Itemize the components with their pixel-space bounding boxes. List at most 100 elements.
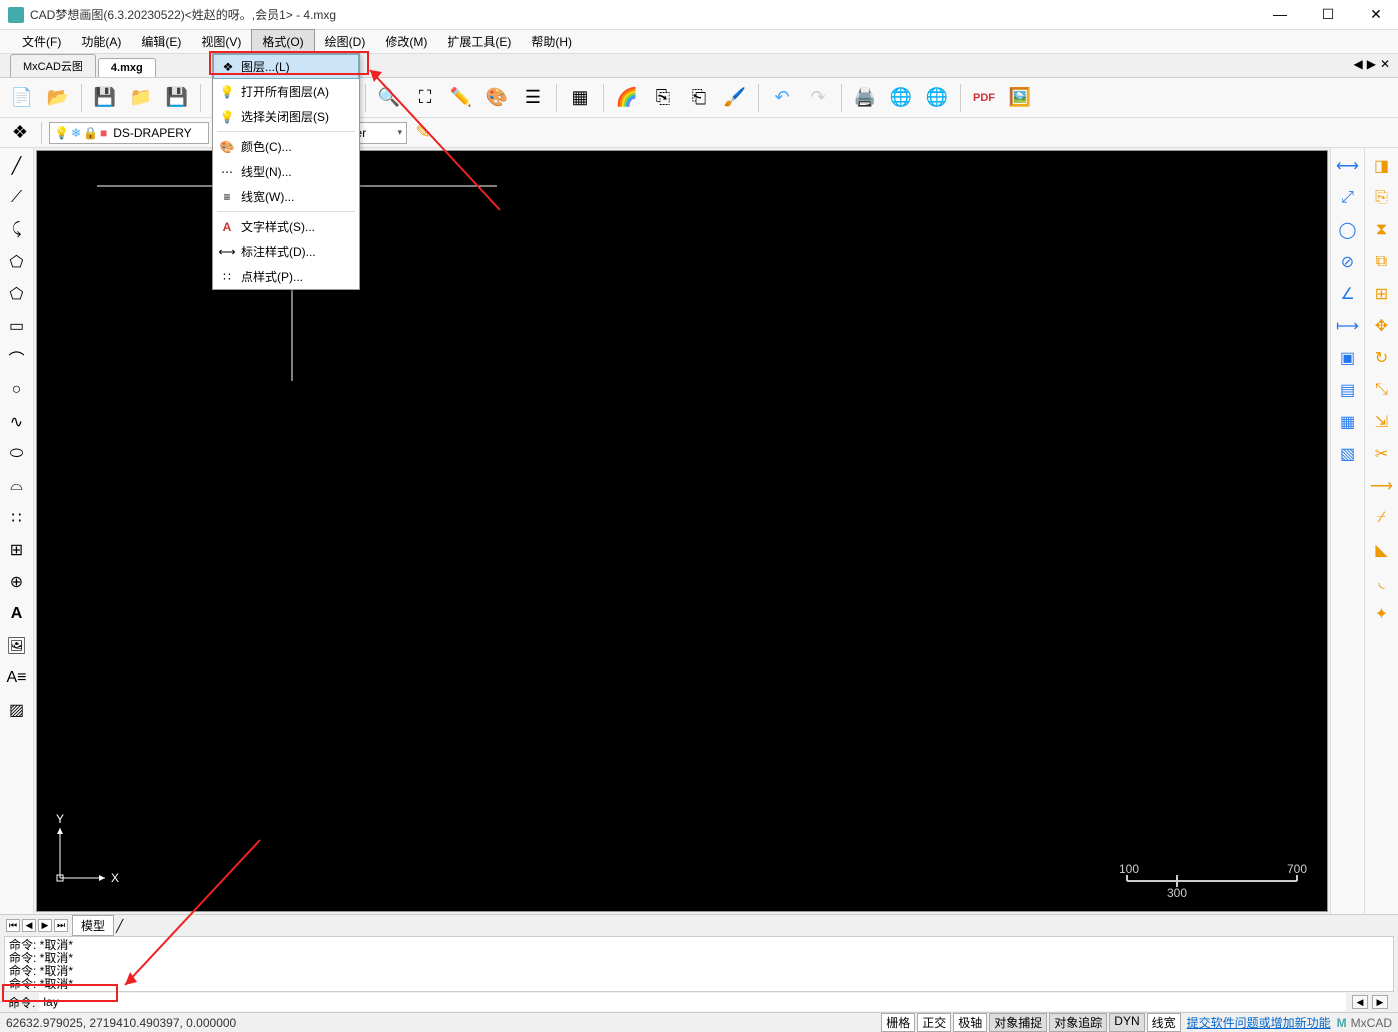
line-icon[interactable]: ╱: [3, 152, 31, 180]
eraser-icon[interactable]: ◨: [1368, 152, 1396, 180]
saveas-icon[interactable]: 💾: [161, 82, 193, 114]
toggle-otrack[interactable]: 对象追踪: [1049, 1013, 1107, 1032]
minimize-button[interactable]: —: [1266, 6, 1294, 23]
toggle-ortho[interactable]: 正交: [917, 1013, 951, 1032]
copy-icon[interactable]: ⎘: [1368, 184, 1396, 212]
highlighter-icon[interactable]: ✎: [411, 122, 435, 144]
cmd-prev[interactable]: ◀: [1352, 995, 1368, 1009]
tab-prev[interactable]: ◀: [1353, 57, 1362, 71]
toggle-osnap[interactable]: 对象捕捉: [989, 1013, 1047, 1032]
polyline-icon[interactable]: ⟋: [3, 184, 31, 212]
menu-item-color[interactable]: 🎨 颜色(C)...: [213, 134, 359, 159]
ellipse-icon[interactable]: ⬭: [3, 440, 31, 468]
circle-icon[interactable]: ○: [3, 376, 31, 404]
redo-icon[interactable]: ↷: [802, 82, 834, 114]
command-log[interactable]: 命令: *取消* 命令: *取消* 命令: *取消* 命令: *取消*: [4, 936, 1394, 992]
extend-icon[interactable]: ⟶: [1368, 472, 1396, 500]
maximize-button[interactable]: ☐: [1314, 6, 1342, 23]
image-icon[interactable]: 🖼️: [1004, 82, 1036, 114]
globe-icon[interactable]: 🌐: [921, 82, 953, 114]
rainbow-icon[interactable]: 🌈: [611, 82, 643, 114]
web-icon[interactable]: 🌐: [885, 82, 917, 114]
arc2-icon[interactable]: ⌒: [3, 344, 31, 372]
menu-item-pointstyle[interactable]: ∷ 点样式(P)...: [213, 264, 359, 289]
menu-draw[interactable]: 绘图(D): [315, 30, 376, 53]
layout-last[interactable]: ⏭: [54, 919, 68, 932]
toggle-grid[interactable]: 栅格: [881, 1013, 915, 1032]
menu-item-close-layers[interactable]: 💡 选择关闭图层(S): [213, 104, 359, 129]
tab-cloud[interactable]: MxCAD云图: [10, 54, 96, 77]
ellipse-arc-icon[interactable]: ⌓: [3, 472, 31, 500]
arc-icon[interactable]: ⤹: [3, 216, 31, 244]
offset-icon[interactable]: ⧉: [1368, 248, 1396, 276]
chamfer-icon[interactable]: ◣: [1368, 536, 1396, 564]
measure-icon[interactable]: ✏️: [445, 82, 477, 114]
layout-prev[interactable]: ◀: [22, 919, 36, 932]
import-icon[interactable]: ⎗: [683, 82, 715, 114]
dim-continue-icon[interactable]: ⟼: [1334, 312, 1362, 340]
command-input[interactable]: [39, 993, 1346, 1011]
send-back-icon[interactable]: ▧: [1334, 440, 1362, 468]
undo-icon[interactable]: ↶: [766, 82, 798, 114]
feedback-link[interactable]: 提交软件问题或增加新功能: [1187, 1014, 1331, 1031]
hatch-icon[interactable]: ▨: [3, 696, 31, 724]
move-back-icon[interactable]: ▤: [1334, 376, 1362, 404]
move-front-icon[interactable]: ▣: [1334, 344, 1362, 372]
toggle-dyn[interactable]: DYN: [1109, 1013, 1144, 1032]
layer-selector[interactable]: 💡❄🔒■ DS-DRAPERY: [49, 122, 209, 144]
menu-function[interactable]: 功能(A): [71, 30, 131, 53]
menu-item-open-all-layers[interactable]: 💡 打开所有图层(A): [213, 79, 359, 104]
close-button[interactable]: ✕: [1362, 6, 1390, 23]
toggle-lwt[interactable]: 线宽: [1147, 1013, 1181, 1032]
dim-angular-icon[interactable]: ∠: [1334, 280, 1362, 308]
stretch-icon[interactable]: ⇲: [1368, 408, 1396, 436]
menu-item-layer[interactable]: ❖ 图层...(L): [213, 54, 359, 79]
menu-edit[interactable]: 编辑(E): [131, 30, 191, 53]
menu-help[interactable]: 帮助(H): [521, 30, 582, 53]
spline-icon[interactable]: ∿: [3, 408, 31, 436]
trim-icon[interactable]: ✂: [1368, 440, 1396, 468]
picture-icon[interactable]: 🖼: [3, 632, 31, 660]
model-tab[interactable]: 模型: [72, 915, 114, 936]
new-icon[interactable]: 📄: [6, 82, 38, 114]
export-icon[interactable]: ⎘: [647, 82, 679, 114]
point-tool-icon[interactable]: ∷: [3, 504, 31, 532]
list-icon[interactable]: ☰: [517, 82, 549, 114]
dim-aligned-icon[interactable]: ⤢: [1334, 184, 1362, 212]
mirror-icon[interactable]: ⧗: [1368, 216, 1396, 244]
text-tool-icon[interactable]: A: [3, 600, 31, 628]
brush-icon[interactable]: 🖌️: [719, 82, 751, 114]
tab-4mxg[interactable]: 4.mxg: [98, 58, 156, 77]
save-icon[interactable]: 💾: [89, 82, 121, 114]
menu-view[interactable]: 视图(V): [191, 30, 251, 53]
mtext-icon[interactable]: A≡: [3, 664, 31, 692]
dim-diameter-icon[interactable]: ⊘: [1334, 248, 1362, 276]
menu-item-dimstyle[interactable]: ⟷ 标注样式(D)...: [213, 239, 359, 264]
menu-modify[interactable]: 修改(M): [375, 30, 437, 53]
dim-radius-icon[interactable]: ◯: [1334, 216, 1362, 244]
menu-item-linetype[interactable]: ⋯ 线型(N)...: [213, 159, 359, 184]
print-icon[interactable]: 🖨️: [849, 82, 881, 114]
pdf-icon[interactable]: PDF: [968, 82, 1000, 114]
tab-close[interactable]: ✕: [1380, 57, 1390, 71]
bring-front-icon[interactable]: ▦: [1334, 408, 1362, 436]
cmd-next[interactable]: ▶: [1372, 995, 1388, 1009]
zoom-window-icon[interactable]: ⛶: [409, 82, 441, 114]
explode-icon[interactable]: ✦: [1368, 600, 1396, 628]
dim-linear-icon[interactable]: ⟷: [1334, 152, 1362, 180]
scale-icon[interactable]: ⤡: [1368, 376, 1396, 404]
menu-item-lineweight[interactable]: ≡ 线宽(W)...: [213, 184, 359, 209]
open-icon[interactable]: 📂: [42, 82, 74, 114]
layout-first[interactable]: ⏮: [6, 919, 20, 932]
rectangle-icon[interactable]: ▭: [3, 312, 31, 340]
block-icon[interactable]: ⊞: [3, 536, 31, 564]
insert-icon[interactable]: ⊕: [3, 568, 31, 596]
folder-open-icon[interactable]: 📁: [125, 82, 157, 114]
tab-next[interactable]: ▶: [1367, 57, 1376, 71]
fillet-icon[interactable]: ◟: [1368, 568, 1396, 596]
break-icon[interactable]: ⌿: [1368, 504, 1396, 532]
array-icon[interactable]: ⊞: [1368, 280, 1396, 308]
color-palette-icon[interactable]: 🎨: [481, 82, 513, 114]
menu-extend[interactable]: 扩展工具(E): [437, 30, 521, 53]
move-icon[interactable]: ✥: [1368, 312, 1396, 340]
